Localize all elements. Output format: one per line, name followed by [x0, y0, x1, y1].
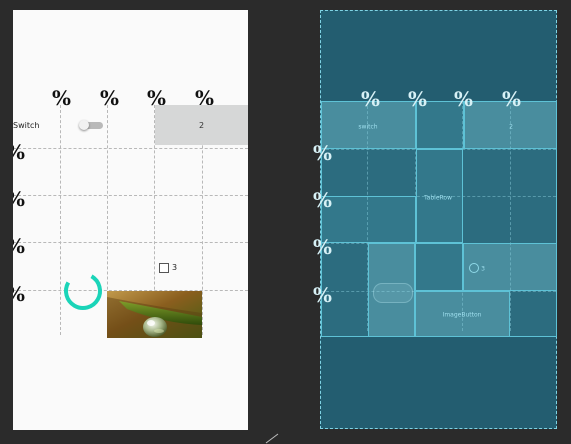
blueprint-percent-header: %: [361, 87, 381, 111]
droplet-image: [107, 291, 202, 338]
blueprint-row-percent-marker: %: [313, 141, 333, 165]
grid-line: [13, 195, 248, 196]
percent-header: %: [52, 86, 72, 110]
grid-line: [60, 105, 61, 335]
blueprint-percent-header: %: [502, 87, 522, 111]
checkbox[interactable]: [159, 263, 169, 273]
progress-spinner-icon: [64, 272, 102, 310]
row-percent-marker: %: [13, 284, 25, 304]
design-preview: % % % % % % % % Switch 2 3: [13, 10, 248, 430]
blueprint-row-cell[interactable]: [415, 243, 463, 291]
blueprint-row-percent-marker: %: [313, 188, 333, 212]
blueprint-row-percent-marker: %: [313, 235, 333, 259]
row-percent-marker: %: [13, 189, 25, 209]
grid-line: [13, 242, 248, 243]
blueprint-percent-header: %: [454, 87, 474, 111]
grid-line: [13, 148, 248, 149]
blueprint-switch-label: switch: [358, 123, 378, 131]
blueprint-button-label: 2: [509, 123, 513, 131]
blueprint-percent-header: %: [408, 87, 428, 111]
blueprint-imagebutton-label: ImageButton: [442, 311, 482, 319]
row-percent-marker: %: [13, 142, 25, 162]
button-2[interactable]: 2: [155, 105, 248, 145]
row-percent-marker: %: [13, 236, 25, 256]
switch-label: Switch: [13, 121, 40, 130]
blueprint-row-percent-marker: %: [313, 283, 333, 307]
checkbox-label: 3: [172, 263, 178, 272]
blueprint-switch-outline: [373, 283, 413, 303]
switch-thumb: [79, 120, 89, 130]
resize-handle-icon[interactable]: [264, 432, 280, 444]
percent-header: %: [100, 86, 120, 110]
blueprint-checkbox-outline: [469, 263, 479, 273]
blueprint-checkbox-label: 3: [481, 265, 485, 273]
blueprint-view: switch 2 TableRow 3 ImageButton % % % % …: [313, 10, 557, 429]
blueprint-row-cell[interactable]: [321, 196, 416, 243]
blueprint-tablerow-label: TableRow: [424, 194, 452, 202]
